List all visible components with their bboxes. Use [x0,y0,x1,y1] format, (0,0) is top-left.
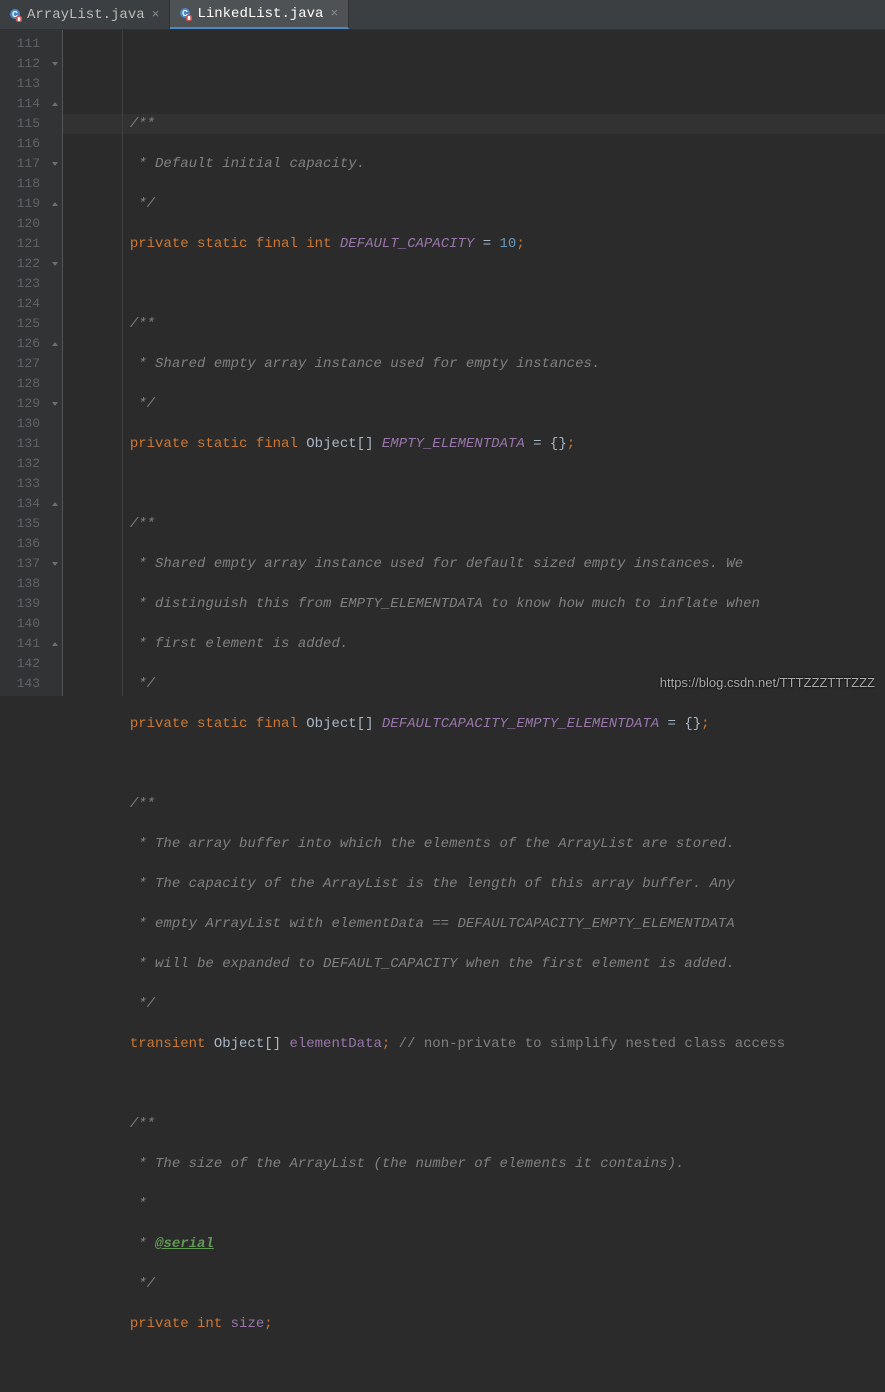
line-number: 129 [0,394,48,414]
line-number: 115 [0,114,48,134]
code-line [63,474,885,494]
line-number: 123 [0,274,48,294]
fold-end-icon[interactable] [48,334,62,354]
line-number: 119 [0,194,48,214]
line-number: 137 [0,554,48,574]
code-line: * Shared empty array instance used for d… [63,554,885,574]
line-number: 117 [0,154,48,174]
code-line: * The capacity of the ArrayList is the l… [63,874,885,894]
code-line: * The array buffer into which the elemen… [63,834,885,854]
line-number: 122 [0,254,48,274]
code-line: * @serial [63,1234,885,1254]
code-line: /** [63,314,885,334]
editor-tabs: C ArrayList.java × C LinkedList.java × [0,0,885,30]
java-class-icon: C [8,8,22,22]
fold-markers [48,30,62,696]
java-class-icon: C [178,7,192,21]
line-number: 142 [0,654,48,674]
line-number: 131 [0,434,48,454]
code-line: * Shared empty array instance used for e… [63,354,885,374]
line-number: 130 [0,414,48,434]
fold-end-icon[interactable] [48,194,62,214]
line-number: 135 [0,514,48,534]
code-line: * first element is added. [63,634,885,654]
line-number: 124 [0,294,48,314]
line-number: 118 [0,174,48,194]
fold-expand-icon[interactable] [48,54,62,74]
code-line: /** [63,1114,885,1134]
fold-end-icon[interactable] [48,494,62,514]
code-line: * Default initial capacity. [63,154,885,174]
code-line [63,1074,885,1094]
fold-end-icon[interactable] [48,94,62,114]
line-number: 133 [0,474,48,494]
code-line [63,1354,885,1374]
line-number: 139 [0,594,48,614]
code-line: */ [63,194,885,214]
fold-expand-icon[interactable] [48,254,62,274]
line-number: 114 [0,94,48,114]
tab-label: ArrayList.java [27,7,145,23]
code-line: */ [63,994,885,1014]
line-number: 132 [0,454,48,474]
line-number: 128 [0,374,48,394]
line-number: 121 [0,234,48,254]
line-number: 140 [0,614,48,634]
fold-end-icon[interactable] [48,634,62,654]
line-number: 120 [0,214,48,234]
code-line: */ [63,394,885,414]
line-number: 125 [0,314,48,334]
code-line [63,754,885,774]
line-number: 143 [0,674,48,694]
line-number: 116 [0,134,48,154]
code-editor[interactable]: 1111121131141151161171181191201211221231… [0,30,885,696]
watermark-text: https://blog.csdn.net/TTTZZZTTTZZZ [660,675,875,690]
code-line: private static final Object[] DEFAULTCAP… [63,714,885,734]
line-number: 136 [0,534,48,554]
close-icon[interactable]: × [150,7,162,22]
fold-expand-icon[interactable] [48,394,62,414]
fold-expand-icon[interactable] [48,554,62,574]
code-line: * empty ArrayList with elementData == DE… [63,914,885,934]
code-line [63,74,885,94]
line-number: 112 [0,54,48,74]
code-line [63,274,885,294]
code-line: /** [63,114,885,134]
code-line: /** [63,514,885,534]
code-line: /** [63,794,885,814]
line-number-gutter: 1111121131141151161171181191201211221231… [0,30,48,696]
tab-linkedlist[interactable]: C LinkedList.java × [170,0,349,29]
line-number: 127 [0,354,48,374]
code-line: transient Object[] elementData; // non-p… [63,1034,885,1054]
code-content[interactable]: /** * Default initial capacity. */ priva… [62,30,885,696]
code-line: private static final Object[] EMPTY_ELEM… [63,434,885,454]
close-icon[interactable]: × [328,6,340,21]
code-line: * [63,1194,885,1214]
code-line: */ [63,1274,885,1294]
line-number: 138 [0,574,48,594]
line-number: 134 [0,494,48,514]
line-number: 113 [0,74,48,94]
fold-expand-icon[interactable] [48,154,62,174]
code-line: * distinguish this from EMPTY_ELEMENTDAT… [63,594,885,614]
tab-arraylist[interactable]: C ArrayList.java × [0,0,170,29]
code-line: * The size of the ArrayList (the number … [63,1154,885,1174]
tab-label: LinkedList.java [197,6,323,22]
code-line: private static final int DEFAULT_CAPACIT… [63,234,885,254]
line-number: 126 [0,334,48,354]
code-line: * will be expanded to DEFAULT_CAPACITY w… [63,954,885,974]
line-number: 141 [0,634,48,654]
line-number: 111 [0,34,48,54]
code-line: private int size; [63,1314,885,1334]
